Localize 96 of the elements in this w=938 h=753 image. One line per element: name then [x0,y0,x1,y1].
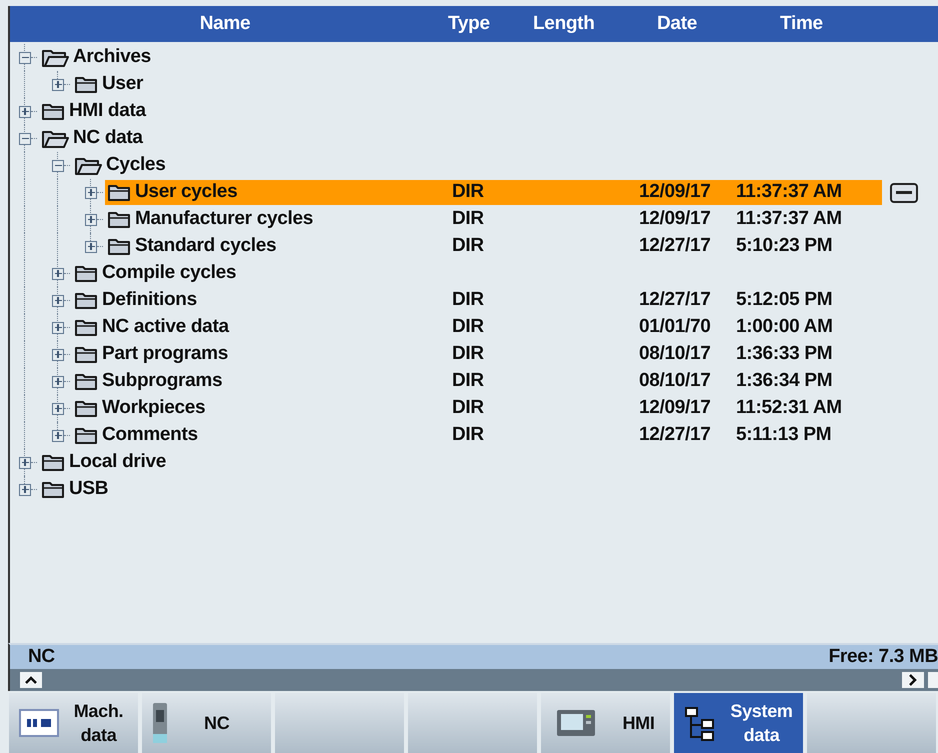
collapse-toggle[interactable] [19,132,31,144]
folder-name[interactable]: User cycles [135,178,238,207]
type-cell-text: DIR [451,315,484,340]
folder-name[interactable]: Local drive [69,448,166,477]
open-folder-icon [41,48,69,68]
folder-icon [41,453,65,472]
column-header[interactable]: Type [440,10,525,38]
folder-name[interactable]: USB [69,475,108,504]
open-folder-icon [41,128,69,148]
folder-name[interactable]: User [102,70,144,99]
folder-icon [41,480,65,499]
time-cell-text: 11:37:37 AM [735,207,842,232]
folder-name[interactable]: Definitions [102,286,197,315]
folder-name[interactable]: Comments [102,421,198,450]
expand-toggle[interactable] [52,268,64,280]
softkey[interactable]: NC [142,693,271,753]
expand-toggle[interactable] [52,294,64,306]
expand-toggle[interactable] [19,484,31,496]
time-cell-text: 11:52:31 AM [735,396,842,420]
expand-toggle[interactable] [52,78,64,90]
folder-icon [74,426,98,445]
date-cell-text: 12/09/17 [638,396,711,420]
open-folder-icon [74,156,102,176]
folder-name[interactable]: NC data [73,124,143,153]
expand-toggle[interactable] [19,456,31,468]
expand-toggle[interactable] [52,376,64,388]
scroll-right-button[interactable] [902,672,924,688]
expand-toggle[interactable] [19,106,31,118]
folder-name[interactable]: Standard cycles [135,232,276,261]
time-cell-text: 1:36:34 PM [735,369,832,394]
expand-toggle[interactable] [85,186,97,198]
folder-name[interactable]: Archives [73,43,151,72]
folder-name[interactable]: Compile cycles [102,259,236,288]
date-cell-text: 12/27/17 [638,288,711,312]
softkey[interactable]: HMI [541,693,670,753]
folder-icon [74,291,98,310]
folder-name[interactable]: Cycles [106,151,166,180]
date-cell-text: 08/10/17 [638,342,711,366]
time-cell-text: 5:12:05 PM [735,288,832,312]
time-cell-text: 5:10:23 PM [735,234,832,258]
type-cell-text: DIR [451,180,484,204]
type-cell-text: DIR [451,288,484,312]
type-cell-text: DIR [451,234,484,258]
date-cell-text: 12/27/17 [638,423,711,448]
column-header[interactable]: Date [645,10,740,38]
folder-icon [74,264,98,283]
date-cell-text: 12/27/17 [638,234,711,258]
expand-toggle[interactable] [52,402,64,414]
date-cell-text: 12/09/17 [638,180,711,204]
folder-icon [107,210,131,229]
scroll-thumb[interactable] [928,672,938,688]
expand-toggle[interactable] [52,322,64,334]
type-cell-text: DIR [451,396,484,420]
folder-icon [74,75,98,94]
softkey[interactable]: System data [674,693,803,753]
collapse-toggle[interactable] [52,160,64,172]
collapse-toggle[interactable] [19,52,31,64]
expand-toggle[interactable] [52,430,64,442]
status-path: NC [28,644,55,669]
folder-icon [41,102,65,121]
free-space: Free: 7.3 MB [828,644,938,669]
type-cell-text: DIR [451,423,484,448]
type-cell-text: DIR [451,342,484,366]
device-icon [152,702,168,744]
date-cell-text: 12/09/17 [638,207,711,232]
folder-name[interactable]: Part programs [102,340,228,369]
time-cell-text: 1:36:33 PM [735,342,832,366]
expand-toggle[interactable] [52,348,64,360]
time-cell-text: 5:11:13 PM [735,423,832,448]
date-cell-text: 08/10/17 [638,369,711,394]
caret-right-icon [909,674,917,686]
folder-name[interactable]: Manufacturer cycles [135,205,314,234]
expand-toggle[interactable] [85,240,97,252]
time-cell-text: 11:37:37 AM [735,180,842,204]
folder-name[interactable]: NC active data [102,313,229,342]
expand-toggle[interactable] [85,214,97,226]
scroll-up-button[interactable] [20,672,42,688]
folder-icon [107,183,131,202]
screen-icon [556,709,596,737]
folder-icon [74,345,98,364]
folder-name[interactable]: Workpieces [102,394,206,423]
folder-icon [74,372,98,391]
softkey[interactable]: Mach. data [9,693,138,753]
folder-icon [74,318,98,337]
type-cell-text: DIR [451,369,484,394]
column-header[interactable]: Name [10,10,440,38]
folder-icon [107,237,131,256]
type-cell-text: DIR [451,207,484,232]
column-header[interactable]: Length [525,10,645,38]
caret-up-icon [25,676,37,684]
folder-name[interactable]: HMI data [69,97,146,126]
folder-name[interactable]: Subprograms [102,367,222,396]
time-cell-text: 1:00:00 AM [735,315,833,340]
date-cell-text: 01/01/70 [638,315,711,340]
column-header[interactable]: Time [740,10,890,38]
folder-icon [74,399,98,418]
